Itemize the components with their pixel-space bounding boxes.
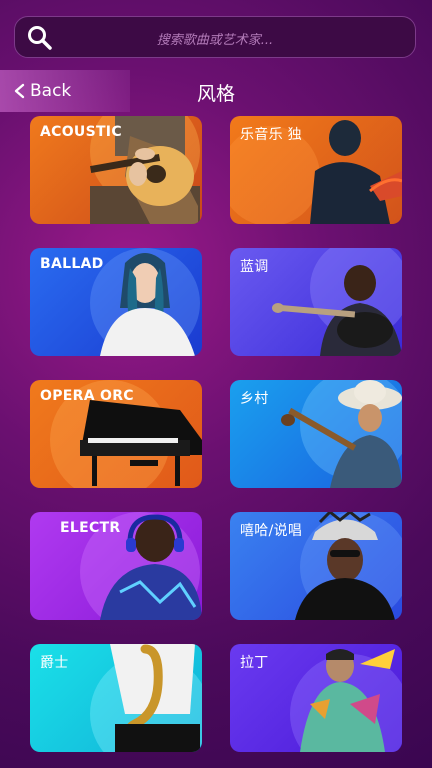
- genre-card-hiphop[interactable]: 嘻哈/说唱: [230, 512, 402, 620]
- genre-label: ELECTR: [60, 520, 121, 536]
- genre-card-opera-orchestra[interactable]: OPERA ORC: [30, 380, 202, 488]
- genre-card-acoustic[interactable]: ACOUSTIC: [30, 116, 202, 224]
- genre-card-music[interactable]: 乐音乐 独: [230, 116, 402, 224]
- search-input[interactable]: 搜索歌曲或艺术家...: [15, 29, 415, 48]
- page-header: Back 风格: [0, 70, 432, 112]
- genre-card-country[interactable]: 乡村: [230, 380, 402, 488]
- genre-card-jazz[interactable]: 爵士: [30, 644, 202, 752]
- genre-label: 乡村: [240, 391, 269, 407]
- genre-label: 爵士: [40, 655, 69, 671]
- genre-label: ACOUSTIC: [40, 124, 122, 140]
- genre-label: 拉丁: [240, 655, 269, 671]
- genre-card-latin[interactable]: 拉丁: [230, 644, 402, 752]
- search-bar[interactable]: 搜索歌曲或艺术家...: [14, 16, 416, 58]
- genre-card-ballad[interactable]: BALLAD: [30, 248, 202, 356]
- page-title: 风格: [196, 83, 235, 105]
- genre-label: 乐音乐 独: [240, 127, 302, 143]
- genre-label: OPERA ORC: [40, 388, 134, 404]
- genre-label: BALLAD: [40, 256, 104, 272]
- genre-card-electronic[interactable]: ELECTR: [30, 512, 202, 620]
- genre-label: 蓝调: [240, 259, 269, 275]
- genre-card-blues[interactable]: 蓝调: [230, 248, 402, 356]
- genre-label: 嘻哈/说唱: [240, 523, 303, 539]
